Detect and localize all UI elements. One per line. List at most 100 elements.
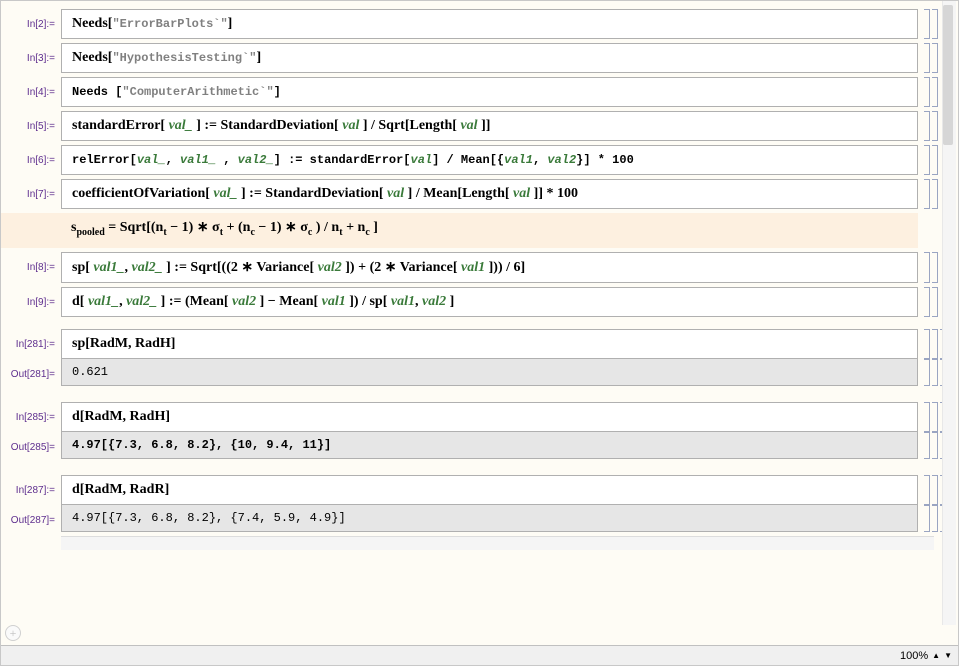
zoom-up-icon[interactable]: ▲ bbox=[932, 651, 940, 660]
code: d[ bbox=[72, 294, 84, 309]
var: val1 bbox=[387, 294, 415, 309]
var: val1 bbox=[318, 294, 346, 309]
cell-out-287[interactable]: Out[287]= 4.97[{7.3, 6.8, 8.2}, {7.4, 5.… bbox=[1, 505, 958, 532]
code-cell[interactable]: relError[val_, val1_ , val2_] := standar… bbox=[61, 145, 918, 175]
var: val1_ bbox=[90, 260, 125, 275]
code: , bbox=[533, 153, 547, 167]
var: val bbox=[457, 118, 478, 133]
code: standardError[ bbox=[72, 118, 165, 133]
vertical-scrollbar[interactable] bbox=[942, 1, 956, 625]
cell-in-9[interactable]: In[9]:= d[ val1_, val2_ ] := (Mean[ val2… bbox=[1, 287, 958, 317]
var: val2_ bbox=[238, 153, 274, 167]
code: ] / Mean[{ bbox=[432, 153, 504, 167]
in-label: In[6]:= bbox=[1, 145, 61, 175]
cell-in-7[interactable]: In[7]:= coefficientOfVariation[ val_ ] :… bbox=[1, 179, 958, 209]
in-label: In[4]:= bbox=[1, 77, 61, 107]
cell-in-287[interactable]: In[287]:= d[RadM, RadR] bbox=[1, 475, 958, 505]
notebook-window: In[2]:= Needs["ErrorBarPlots`"] In[3]:= … bbox=[0, 0, 959, 666]
code: d[RadM, RadR] bbox=[72, 482, 169, 497]
code: ] / Mean[Length[ bbox=[404, 186, 509, 201]
code: coefficientOfVariation[ bbox=[72, 186, 210, 201]
string-arg: "ComputerArithmetic`" bbox=[122, 85, 273, 99]
in-label: In[3]:= bbox=[1, 43, 61, 73]
add-cell-button[interactable]: + bbox=[5, 625, 21, 641]
code: ] := StandardDeviation[ bbox=[193, 118, 339, 133]
code-cell[interactable]: Needs["HypothesisTesting`"] bbox=[61, 43, 918, 73]
var: val2 bbox=[422, 294, 446, 309]
text: − 1) ∗ σ bbox=[255, 220, 308, 235]
code-cell[interactable]: Needs ["ComputerArithmetic`"] bbox=[61, 77, 918, 107]
code: relError[ bbox=[72, 153, 137, 167]
code: d[RadM, RadH] bbox=[72, 409, 170, 424]
code-cell[interactable]: d[RadM, RadH] bbox=[61, 402, 918, 432]
in-label: In[9]:= bbox=[1, 287, 61, 317]
text: + (n bbox=[223, 220, 250, 235]
string-arg: "ErrorBarPlots`" bbox=[112, 17, 227, 31]
code: ] := Sqrt[((2 ∗ Variance[ bbox=[163, 260, 315, 275]
in-label: In[8]:= bbox=[1, 252, 61, 283]
code: ] / Sqrt[Length[ bbox=[359, 118, 457, 133]
var: val1_ bbox=[84, 294, 119, 309]
cell-in-285[interactable]: In[285]:= d[RadM, RadH] bbox=[1, 402, 958, 432]
output-value: 4.97[{7.3, 6.8, 8.2}, {10, 9.4, 11}] bbox=[72, 438, 331, 452]
cell-in-2[interactable]: In[2]:= Needs["ErrorBarPlots`"] bbox=[1, 9, 958, 39]
output-cell[interactable]: 4.97[{7.3, 6.8, 8.2}, {10, 9.4, 11}] bbox=[61, 432, 918, 459]
code: ] bbox=[446, 294, 454, 309]
code: ] := StandardDeviation[ bbox=[238, 186, 384, 201]
code-cell[interactable]: standardError[ val_ ] := StandardDeviati… bbox=[61, 111, 918, 141]
code-cell[interactable]: d[RadM, RadR] bbox=[61, 475, 918, 505]
cell-in-6[interactable]: In[6]:= relError[val_, val1_ , val2_] :=… bbox=[1, 145, 958, 175]
zoom-control[interactable]: 100% ▲ ▼ bbox=[900, 650, 952, 662]
string-arg: "HypothesisTesting`" bbox=[112, 51, 256, 65]
cell-in-3[interactable]: In[3]:= Needs["HypothesisTesting`"] bbox=[1, 43, 958, 73]
code: , bbox=[166, 153, 180, 167]
code-cell[interactable]: coefficientOfVariation[ val_ ] := Standa… bbox=[61, 179, 918, 209]
horizontal-scrollbar[interactable] bbox=[61, 536, 934, 550]
text: = Sqrt[(n bbox=[105, 220, 164, 235]
code: ])) / 6] bbox=[485, 260, 525, 275]
output-cell[interactable]: 0.621 bbox=[61, 359, 918, 386]
var: val2 bbox=[229, 294, 257, 309]
in-label: In[287]:= bbox=[1, 475, 61, 505]
code-cell[interactable]: Needs["ErrorBarPlots`"] bbox=[61, 9, 918, 39]
in-label: In[5]:= bbox=[1, 111, 61, 141]
cell-out-281[interactable]: Out[281]= 0.621 bbox=[1, 359, 958, 386]
code: ] := (Mean[ bbox=[157, 294, 228, 309]
code-cell[interactable]: d[ val1_, val2_ ] := (Mean[ val2 ] − Mea… bbox=[61, 287, 918, 317]
code: }] * 100 bbox=[576, 153, 634, 167]
var: val2 bbox=[314, 260, 342, 275]
text: − 1) ∗ σ bbox=[167, 220, 220, 235]
output-cell[interactable]: 4.97[{7.3, 6.8, 8.2}, {7.4, 5.9, 4.9}] bbox=[61, 505, 918, 532]
code: , bbox=[119, 294, 126, 309]
in-label: In[281]:= bbox=[1, 329, 61, 359]
cell-out-285[interactable]: Out[285]= 4.97[{7.3, 6.8, 8.2}, {10, 9.4… bbox=[1, 432, 958, 459]
output-value: 0.621 bbox=[72, 365, 108, 379]
code: ]] bbox=[478, 118, 491, 133]
code: ]] * 100 bbox=[530, 186, 578, 201]
scrollbar-thumb[interactable] bbox=[943, 5, 953, 145]
zoom-down-icon[interactable]: ▼ bbox=[944, 651, 952, 660]
var: val bbox=[411, 153, 433, 167]
var: val_ bbox=[165, 118, 193, 133]
code-cell[interactable]: sp[RadM, RadH] bbox=[61, 329, 918, 359]
cell-in-281[interactable]: In[281]:= sp[RadM, RadH] bbox=[1, 329, 958, 359]
var: val bbox=[339, 118, 360, 133]
var: val bbox=[384, 186, 405, 201]
status-bar: 100% ▲ ▼ bbox=[1, 645, 958, 665]
cell-in-5[interactable]: In[5]:= standardError[ val_ ] := Standar… bbox=[1, 111, 958, 141]
code: , bbox=[125, 260, 132, 275]
code: ] − Mean[ bbox=[256, 294, 318, 309]
code: , bbox=[415, 294, 422, 309]
cell-in-4[interactable]: In[4]:= Needs ["ComputerArithmetic`"] bbox=[1, 77, 958, 107]
var: val2 bbox=[547, 153, 576, 167]
var: val1 bbox=[504, 153, 533, 167]
text-cell-spooled[interactable]: spooled = Sqrt[(nt − 1) ∗ σt + (nc − 1) … bbox=[1, 213, 918, 248]
cell-in-8[interactable]: In[8]:= sp[ val1_, val2_ ] := Sqrt[((2 ∗… bbox=[1, 252, 958, 283]
code: ]) + (2 ∗ Variance[ bbox=[342, 260, 458, 275]
out-label: Out[281]= bbox=[1, 359, 61, 386]
notebook-body[interactable]: In[2]:= Needs["ErrorBarPlots`"] In[3]:= … bbox=[1, 1, 958, 645]
var: val bbox=[510, 186, 531, 201]
fn-needs: Needs bbox=[72, 50, 108, 65]
code-cell[interactable]: sp[ val1_, val2_ ] := Sqrt[((2 ∗ Varianc… bbox=[61, 252, 918, 283]
var: val2_ bbox=[126, 294, 157, 309]
